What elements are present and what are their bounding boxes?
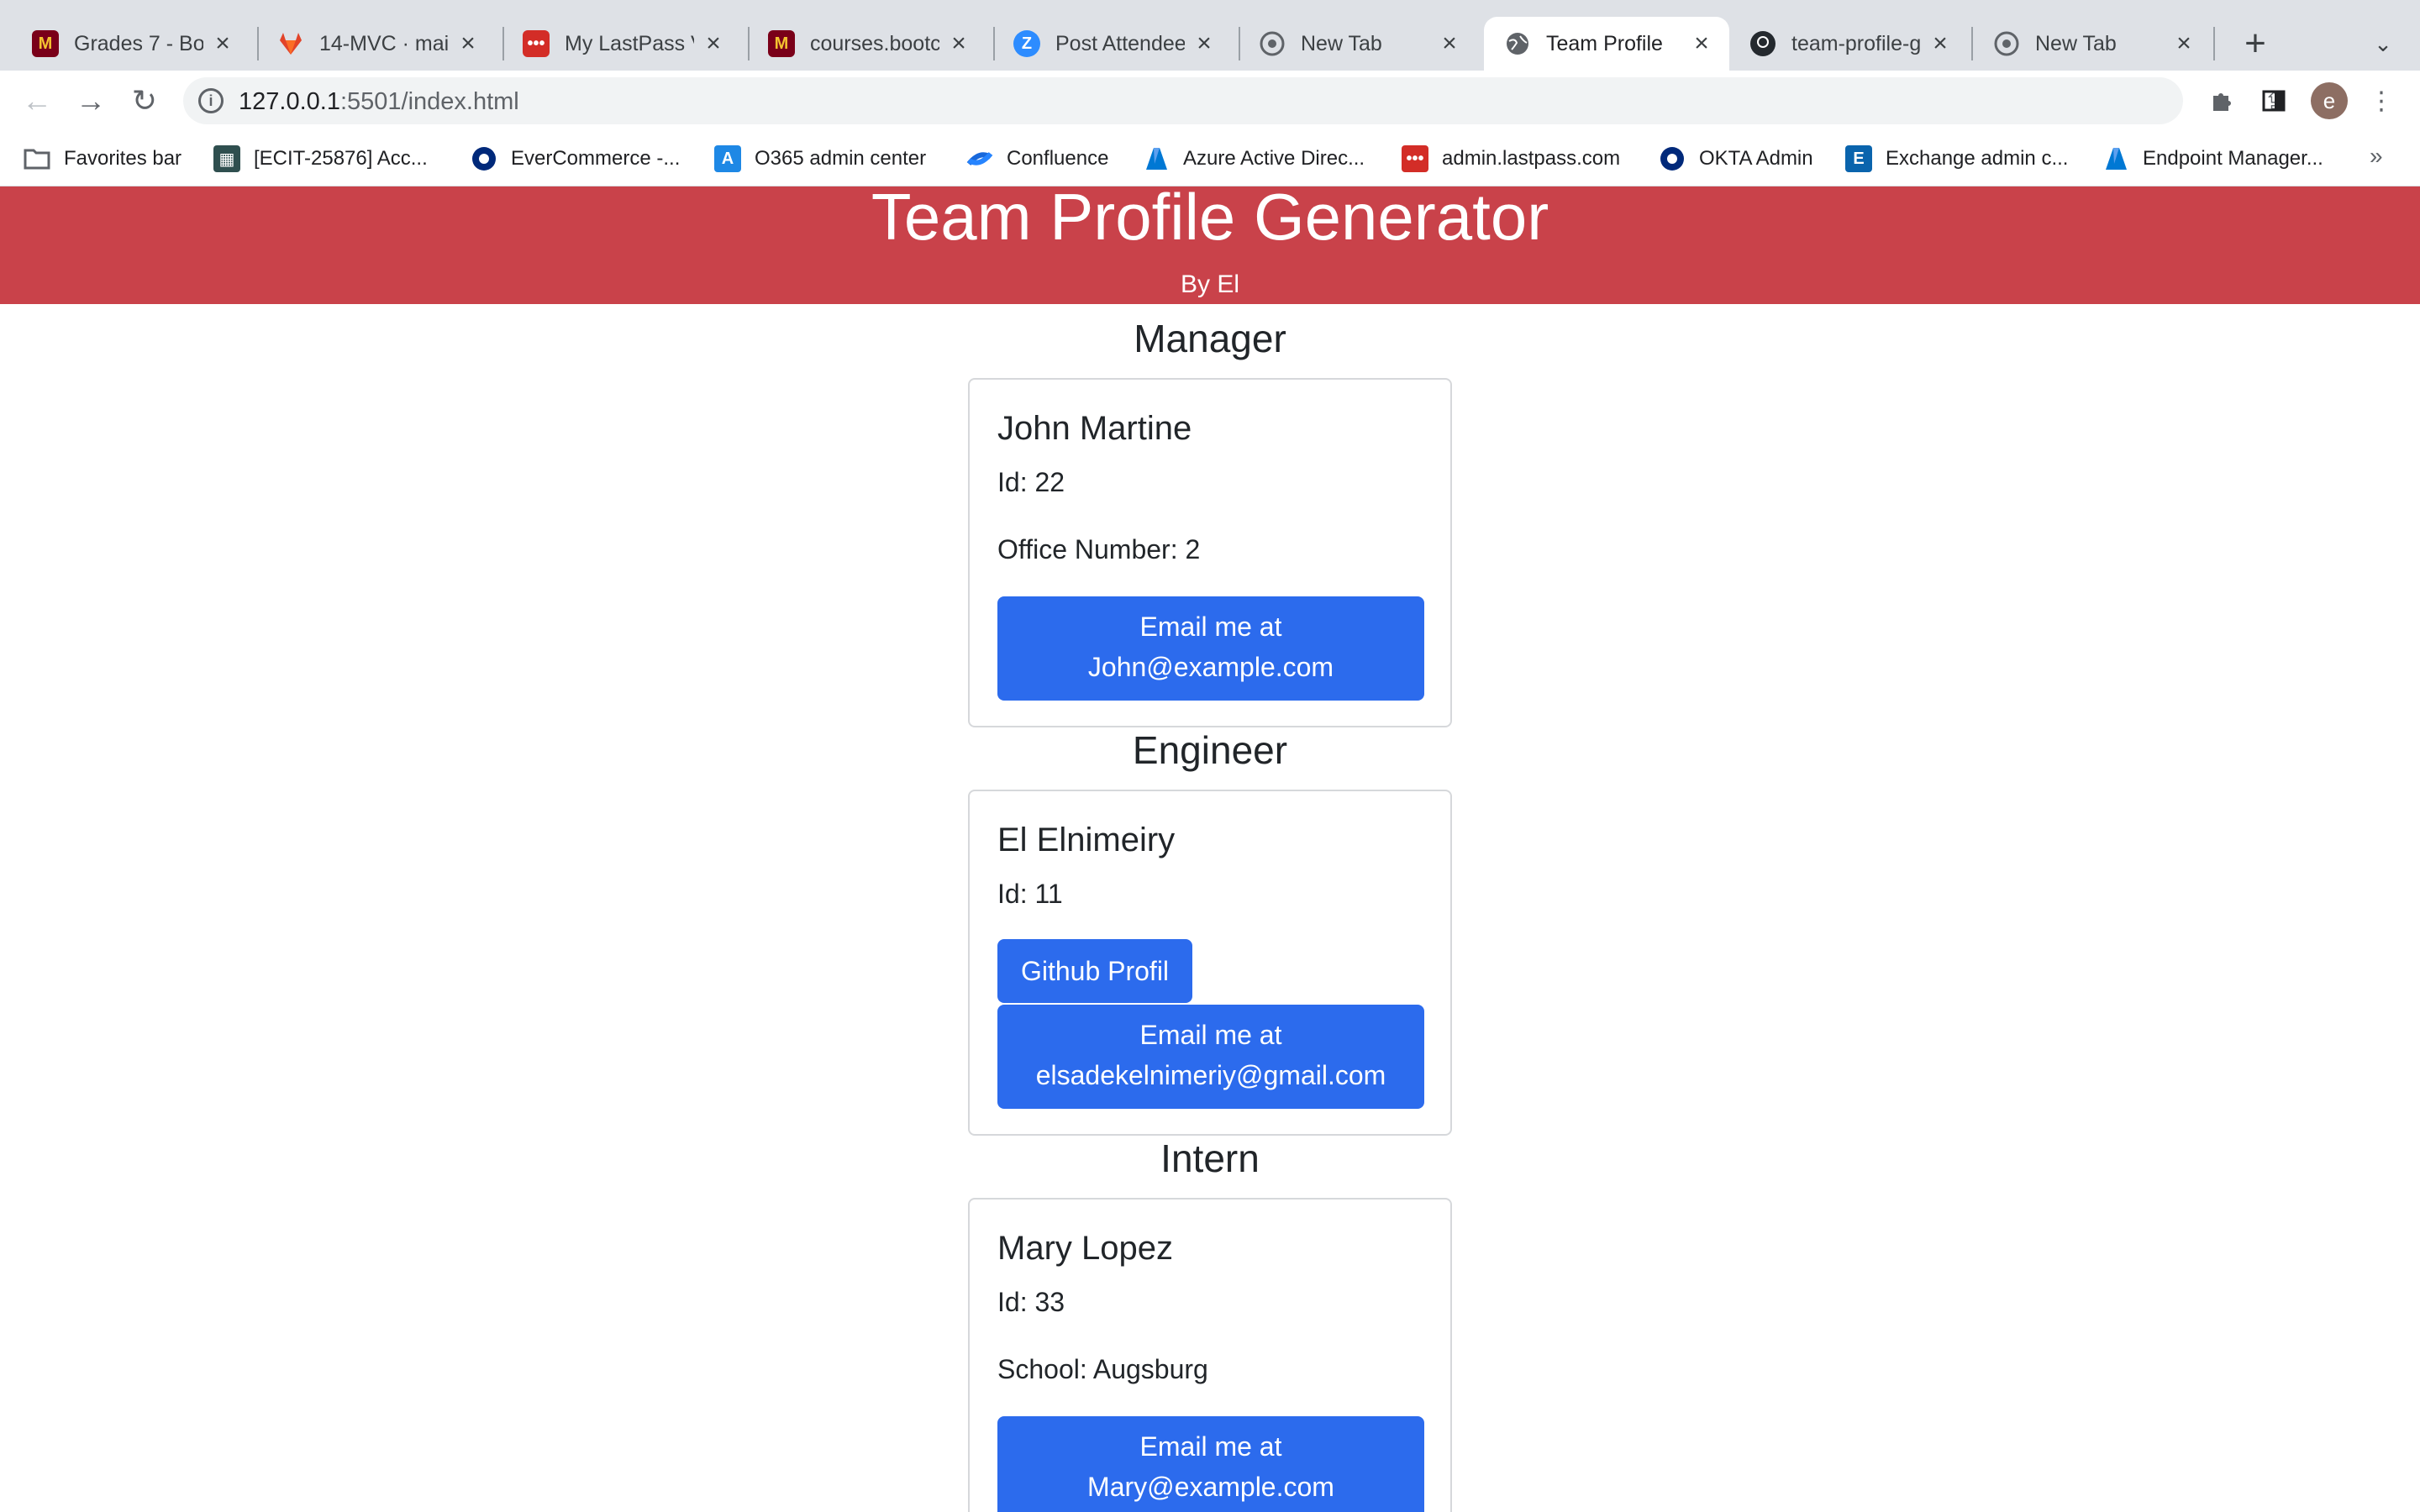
employee-id: Id: 22 xyxy=(997,467,1065,497)
tab-title: Post Attendee xyxy=(1055,31,1185,55)
email-button-prefix: Email me at xyxy=(1139,1431,1282,1462)
github-icon xyxy=(1749,30,1776,57)
close-icon[interactable]: × xyxy=(1437,29,1462,57)
jira-icon: ▦ xyxy=(213,145,240,172)
tab-post-attendee[interactable]: Z Post Attendee × xyxy=(993,17,1232,71)
email-address: Mary@example.com xyxy=(1087,1472,1334,1502)
side-panel-icon[interactable] xyxy=(2255,82,2292,119)
github-profile-button[interactable]: Github Profil xyxy=(997,939,1192,1003)
tab-title: 14-MVC · main xyxy=(319,31,449,55)
tab-title: My LastPass V xyxy=(565,31,694,55)
email-button[interactable]: Email me at John@example.com xyxy=(997,596,1424,701)
azure-icon xyxy=(1143,145,1170,172)
bookmark-favorites-bar[interactable]: Favorites bar xyxy=(24,143,182,175)
tab-gitlab[interactable]: 14-MVC · main × xyxy=(257,17,496,71)
bookmark-endpoint-manager[interactable]: Endpoint Manager... xyxy=(2102,143,2323,175)
more-bookmarks-chevron-icon[interactable]: » xyxy=(2370,143,2383,170)
tab-title: courses.bootc xyxy=(810,31,939,55)
tab-search-chevron-icon[interactable]: ⌄ xyxy=(2363,24,2403,64)
close-icon[interactable]: × xyxy=(455,29,481,57)
close-icon[interactable]: × xyxy=(1192,29,1217,57)
section-title-intern: Intern xyxy=(1160,1137,1260,1180)
browser-toolbar: ← → ↻ i 127.0.0.1:5501/index.html ⇪ ☆ e … xyxy=(0,71,2420,131)
office-number: Office Number: 2 xyxy=(997,534,1201,564)
email-button-prefix: Email me at xyxy=(1139,1020,1282,1050)
folder-icon xyxy=(24,145,50,172)
new-tab-button[interactable]: + xyxy=(2235,23,2275,64)
university-icon: M xyxy=(32,30,59,57)
gitlab-icon xyxy=(277,30,304,57)
tab-separator xyxy=(2213,27,2215,60)
confluence-icon xyxy=(966,145,993,172)
manager-card: John Martine Id: 22 Office Number: 2 Ema… xyxy=(968,378,1452,727)
employee-id: Id: 33 xyxy=(997,1287,1065,1317)
bookmark-confluence[interactable]: Confluence xyxy=(966,143,1108,175)
tab-title: Team Profile xyxy=(1546,31,1663,55)
tab-team-profile[interactable]: Team Profile × xyxy=(1484,17,1729,71)
intern-card: Mary Lopez Id: 33 School: Augsburg Email… xyxy=(968,1198,1452,1512)
tab-new-tab[interactable]: New Tab × xyxy=(1239,17,1477,71)
back-arrow-icon[interactable]: ← xyxy=(15,79,59,123)
engineer-card: El Elnimeiry Id: 11 Github Profil Email … xyxy=(968,790,1452,1136)
zoom-icon: Z xyxy=(1013,30,1040,57)
tab-title: team-profile-g xyxy=(1791,31,1921,55)
bookmark-o365-admin[interactable]: A O365 admin center xyxy=(714,143,926,175)
azure-icon xyxy=(2102,145,2129,172)
site-info-icon[interactable]: i xyxy=(198,88,224,113)
email-address: John@example.com xyxy=(1087,652,1334,682)
close-icon[interactable]: × xyxy=(2171,29,2196,57)
close-icon[interactable]: × xyxy=(701,29,726,57)
office-icon: A xyxy=(714,145,741,172)
bookmark-azure-ad[interactable]: Azure Active Direc... xyxy=(1143,143,1365,175)
email-button[interactable]: Email me at Mary@example.com xyxy=(997,1416,1424,1512)
tab-title: Grades 7 - Boo xyxy=(74,31,203,55)
section-title-engineer: Engineer xyxy=(1132,728,1288,772)
bookmark-ecit-ticket[interactable]: ▦ [ECIT-25876] Acc... xyxy=(213,143,428,175)
tab-title: New Tab xyxy=(1301,31,1382,55)
bookmarks-bar: Favorites bar ▦ [ECIT-25876] Acc... Ever… xyxy=(0,131,2420,186)
close-icon[interactable]: × xyxy=(210,29,235,57)
chrome-icon xyxy=(1993,30,2020,57)
profile-avatar[interactable]: e xyxy=(2311,82,2348,119)
chrome-icon xyxy=(1259,30,1286,57)
address-bar[interactable]: i 127.0.0.1:5501/index.html ⇪ ☆ xyxy=(183,77,2338,124)
tab-courses[interactable]: M courses.bootc × xyxy=(748,17,986,71)
employee-name: Mary Lopez xyxy=(997,1230,1173,1267)
tab-grades[interactable]: M Grades 7 - Boo × xyxy=(12,17,250,71)
email-address: elsadekelnimeriy@gmail.com xyxy=(1035,1060,1386,1090)
bookmark-okta-admin[interactable]: OKTA Admin xyxy=(1659,143,1813,175)
email-button-prefix: Email me at xyxy=(1139,612,1282,642)
bookmark-exchange-admin[interactable]: E Exchange admin c... xyxy=(1845,143,2068,175)
page-subtitle: By El xyxy=(1180,270,1240,298)
tab-strip: M Grades 7 - Boo × 14-MVC · main × ••• M… xyxy=(0,0,2420,71)
bookmark-evercommerce[interactable]: EverCommerce -... xyxy=(471,143,680,175)
tab-new-tab[interactable]: New Tab × xyxy=(1973,17,2212,71)
globe-icon xyxy=(1504,30,1531,57)
extensions-puzzle-icon[interactable] xyxy=(2203,82,2240,119)
close-icon[interactable]: × xyxy=(946,29,971,57)
menu-kebab-icon[interactable]: ⋮ xyxy=(2363,82,2400,119)
close-icon[interactable]: × xyxy=(1689,29,1714,57)
email-button[interactable]: Email me at elsadekelnimeriy@gmail.com xyxy=(997,1005,1424,1109)
forward-arrow-icon[interactable]: → xyxy=(69,79,113,123)
tab-github[interactable]: team-profile-g × xyxy=(1729,17,1968,71)
school: School: Augsburg xyxy=(997,1354,1208,1384)
exchange-icon: E xyxy=(1845,145,1872,172)
employee-id: Id: 11 xyxy=(997,879,1063,909)
close-icon[interactable]: × xyxy=(1928,29,1953,57)
employee-name: El Elnimeiry xyxy=(997,822,1176,858)
section-title-manager: Manager xyxy=(1134,317,1286,360)
url-text: 127.0.0.1:5501/index.html xyxy=(239,88,519,115)
employee-name: John Martine xyxy=(997,410,1192,447)
reload-icon[interactable]: ↻ xyxy=(123,79,166,123)
lastpass-icon: ••• xyxy=(1402,145,1428,172)
okta-icon xyxy=(1659,145,1686,172)
page-title: Team Profile Generator xyxy=(871,180,1549,254)
bookmark-lastpass-admin[interactable]: ••• admin.lastpass.com xyxy=(1402,143,1620,175)
lastpass-icon: ••• xyxy=(523,30,550,57)
okta-icon xyxy=(471,145,497,172)
tab-lastpass[interactable]: ••• My LastPass V × xyxy=(502,17,741,71)
university-icon: M xyxy=(768,30,795,57)
tab-title: New Tab xyxy=(2035,31,2117,55)
